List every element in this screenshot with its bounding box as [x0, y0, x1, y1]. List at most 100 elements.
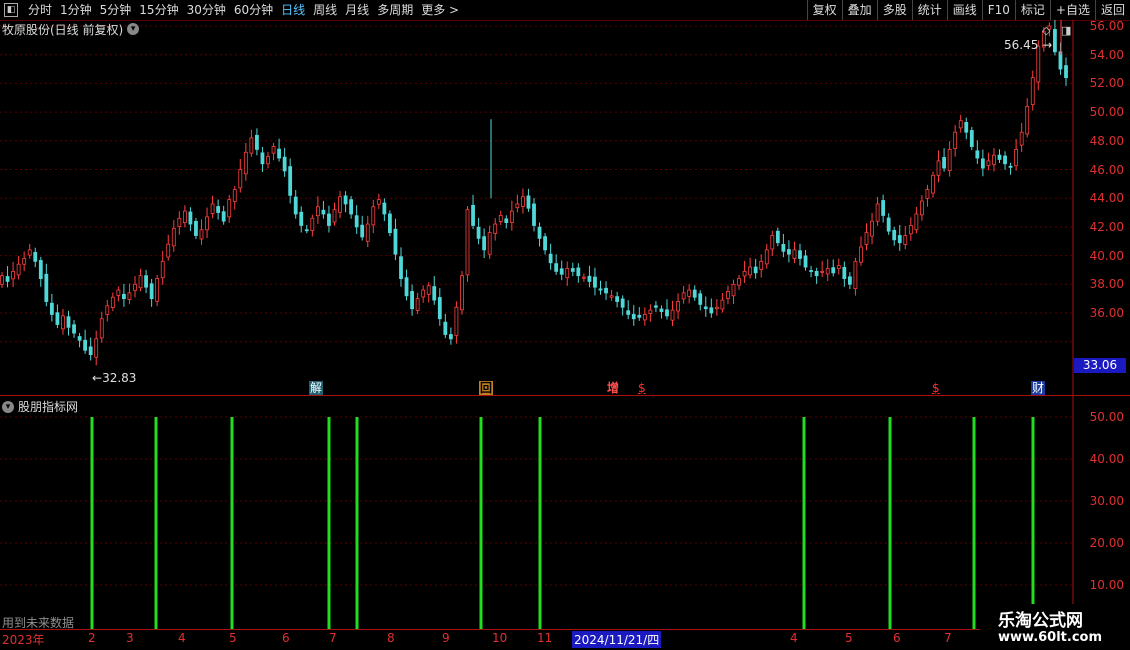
- candle: [604, 281, 608, 300]
- candle: [94, 330, 99, 366]
- candle: [897, 225, 902, 251]
- indicator-chart[interactable]: [0, 396, 1130, 630]
- current-price-box: 33.06: [1074, 358, 1126, 373]
- toolbar-button-0[interactable]: 复权: [806, 0, 842, 20]
- toolbar-button-4[interactable]: 画线: [946, 0, 982, 20]
- candle: [321, 200, 326, 219]
- panel-toggle-icon[interactable]: ◨: [1061, 24, 1071, 37]
- top-toolbar: ◧ 分时 1分钟 5分钟 15分钟 30分钟 60分钟 日线 周线 月线 多周期 更多 > 复权 叠加…: [0, 0, 1130, 21]
- candle: [77, 332, 82, 348]
- candle: [404, 269, 409, 301]
- candle: [726, 285, 730, 305]
- candle: [521, 188, 525, 214]
- candle: [559, 260, 564, 281]
- date-tick-label: 6: [282, 631, 290, 645]
- period-tab-3[interactable]: 15分钟: [135, 0, 182, 20]
- period-tab-1[interactable]: 1分钟: [56, 0, 96, 20]
- candle: [581, 273, 586, 282]
- date-tick-label: 4: [790, 631, 798, 645]
- candle: [825, 259, 830, 281]
- candle: [920, 195, 924, 221]
- watermark: 乐淘公式网 www.60lt.com: [980, 604, 1130, 650]
- candle: [642, 307, 647, 326]
- candle: [260, 146, 265, 172]
- toolbar-button-8[interactable]: 返回: [1094, 0, 1130, 20]
- window-icon[interactable]: ◧: [4, 3, 18, 17]
- period-tab-8[interactable]: 月线: [341, 0, 373, 20]
- kline-chart[interactable]: [0, 20, 1130, 396]
- candle: [105, 299, 110, 322]
- signal-bar: [355, 417, 359, 629]
- candle: [659, 305, 664, 319]
- candle: [144, 269, 148, 294]
- candle: [1019, 122, 1024, 153]
- date-tick-label: 10: [492, 631, 508, 645]
- event-marker-jie[interactable]: 解: [309, 381, 324, 395]
- candle: [1014, 138, 1019, 171]
- toolbar-button-3[interactable]: 统计: [911, 0, 947, 20]
- candle: [576, 263, 581, 283]
- candle: [133, 276, 137, 298]
- candle: [471, 194, 475, 230]
- date-tick-label: 3: [126, 631, 134, 645]
- indicator-title[interactable]: ▾ 股朋指标网: [2, 398, 78, 415]
- price-tick-label: 54.00: [1089, 47, 1124, 62]
- diamond-icon[interactable]: ◇: [1042, 24, 1050, 37]
- period-tab-0[interactable]: 分时: [24, 0, 56, 20]
- candle: [310, 214, 315, 237]
- candle: [349, 196, 354, 219]
- candle: [243, 142, 248, 181]
- candle: [842, 261, 847, 287]
- candle: [720, 293, 725, 313]
- date-tick-label: 9: [442, 631, 450, 645]
- period-tab-9[interactable]: 多周期: [373, 0, 417, 20]
- candle: [138, 268, 143, 292]
- period-tab-7[interactable]: 周线: [309, 0, 341, 20]
- period-tab-10[interactable]: 更多 >: [417, 0, 463, 20]
- candle: [443, 314, 448, 339]
- period-tab-4[interactable]: 30分钟: [183, 0, 230, 20]
- main-chart-title[interactable]: 牧原股份(日线 前复权) ▾: [2, 21, 140, 37]
- watermark-url: www.60lt.com: [998, 630, 1103, 645]
- candle: [1008, 162, 1013, 175]
- candle: [903, 226, 908, 250]
- candle: [953, 125, 958, 157]
- toolbar-button-6[interactable]: 标记: [1014, 0, 1050, 20]
- candle: [421, 285, 426, 303]
- indicator-tick-label: 40.00: [1089, 452, 1124, 466]
- candle: [509, 200, 514, 231]
- period-selector: ◧ 分时 1分钟 5分钟 15分钟 30分钟 60分钟 日线 周线 月线 多周期 更多 >: [0, 0, 463, 20]
- candle: [692, 285, 697, 301]
- period-tab-2[interactable]: 5分钟: [96, 0, 136, 20]
- candle: [543, 233, 547, 255]
- candle: [116, 286, 121, 302]
- candle: [454, 301, 459, 344]
- date-tick-label: 7: [329, 631, 337, 645]
- event-marker-zeng[interactable]: 增: [606, 381, 620, 395]
- candle: [343, 191, 348, 213]
- candle: [814, 267, 819, 284]
- event-marker-cai[interactable]: 财: [1031, 381, 1046, 395]
- toolbar-button-5[interactable]: F10: [981, 0, 1015, 20]
- candle: [698, 290, 703, 311]
- event-marker-dollar[interactable]: $: [931, 381, 941, 395]
- chevron-down-icon[interactable]: ▾: [127, 23, 140, 35]
- candle: [149, 278, 154, 307]
- candle: [526, 188, 531, 212]
- period-tab-5[interactable]: 60分钟: [230, 0, 277, 20]
- candle: [942, 148, 946, 172]
- event-marker-dollar[interactable]: $: [637, 381, 647, 395]
- event-marker-hui[interactable]: 回: [479, 381, 494, 395]
- candle: [371, 199, 376, 234]
- candle: [792, 241, 797, 264]
- toolbar-button-7[interactable]: +自选: [1049, 0, 1095, 20]
- candle: [781, 233, 786, 258]
- chevron-down-icon[interactable]: ▾: [2, 400, 14, 413]
- toolbar-button-2[interactable]: 多股: [876, 0, 912, 20]
- candle: [399, 247, 403, 287]
- candle: [1025, 98, 1030, 138]
- period-tab-6[interactable]: 日线: [277, 0, 309, 20]
- candle: [1053, 20, 1057, 56]
- candle: [947, 141, 952, 177]
- toolbar-button-1[interactable]: 叠加: [841, 0, 877, 20]
